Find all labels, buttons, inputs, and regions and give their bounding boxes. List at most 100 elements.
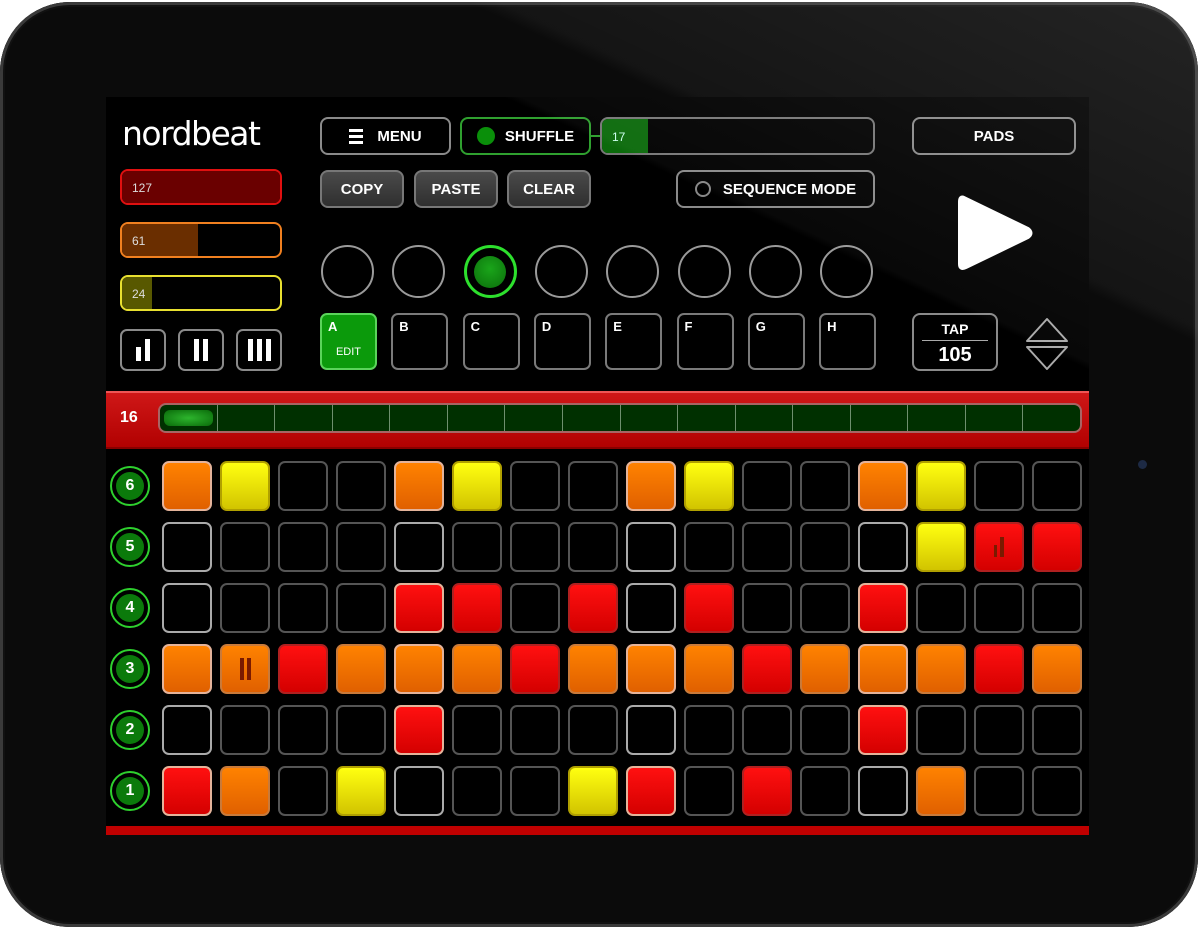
pattern-indicator-7[interactable] <box>748 245 802 298</box>
length-button-medium[interactable] <box>178 329 224 371</box>
track-select-2[interactable]: 2 <box>110 710 150 750</box>
step-cell[interactable] <box>684 461 734 511</box>
sequence-mode-toggle[interactable]: SEQUENCE MODE <box>676 170 875 208</box>
step-cell[interactable] <box>974 522 1024 572</box>
step-cell[interactable] <box>858 522 908 572</box>
step-cell[interactable] <box>626 461 676 511</box>
step-cell[interactable] <box>800 766 850 816</box>
velocity-slider-2[interactable]: 61 <box>120 222 282 258</box>
step-cell[interactable] <box>974 705 1024 755</box>
step-cell[interactable] <box>916 583 966 633</box>
track-select-5[interactable]: 5 <box>110 527 150 567</box>
step-cell[interactable] <box>742 461 792 511</box>
pattern-button-h[interactable]: H <box>819 313 877 370</box>
step-cell[interactable] <box>974 766 1024 816</box>
pattern-button-g[interactable]: G <box>747 313 805 370</box>
step-cell[interactable] <box>568 461 618 511</box>
tempo-up-icon[interactable] <box>1026 318 1068 342</box>
tempo-down-icon[interactable] <box>1026 346 1068 370</box>
step-cell[interactable] <box>510 522 560 572</box>
step-cell[interactable] <box>162 644 212 694</box>
step-cell[interactable] <box>974 461 1024 511</box>
step-cell[interactable] <box>220 705 270 755</box>
step-cell[interactable] <box>1032 522 1082 572</box>
step-cell[interactable] <box>220 522 270 572</box>
step-cell[interactable] <box>220 461 270 511</box>
step-cell[interactable] <box>626 522 676 572</box>
step-cell[interactable] <box>336 522 386 572</box>
step-cell[interactable] <box>684 766 734 816</box>
step-cell[interactable] <box>336 705 386 755</box>
pattern-button-a[interactable]: A EDIT <box>320 313 377 370</box>
step-cell[interactable] <box>800 583 850 633</box>
step-count[interactable]: 16 <box>120 409 138 427</box>
pattern-indicator-4[interactable] <box>534 245 588 298</box>
tempo-stepper[interactable] <box>1024 315 1070 378</box>
pattern-button-f[interactable]: F <box>676 313 734 370</box>
step-cell[interactable] <box>336 644 386 694</box>
step-cell[interactable] <box>916 705 966 755</box>
step-cell[interactable] <box>220 583 270 633</box>
pattern-button-c[interactable]: C <box>462 313 520 370</box>
pattern-indicator-2[interactable] <box>392 245 446 298</box>
step-cell[interactable] <box>858 461 908 511</box>
step-cell[interactable] <box>336 766 386 816</box>
step-cell[interactable] <box>452 644 502 694</box>
step-cell[interactable] <box>162 766 212 816</box>
pattern-indicator-3[interactable] <box>463 245 517 298</box>
step-cell[interactable] <box>452 461 502 511</box>
step-cell[interactable] <box>626 766 676 816</box>
pattern-indicator-6[interactable] <box>677 245 731 298</box>
step-cell[interactable] <box>684 583 734 633</box>
track-select-4[interactable]: 4 <box>110 588 150 628</box>
step-cell[interactable] <box>510 705 560 755</box>
step-cell[interactable] <box>162 583 212 633</box>
step-cell[interactable] <box>858 583 908 633</box>
step-cell[interactable] <box>1032 766 1082 816</box>
step-cell[interactable] <box>684 705 734 755</box>
step-cell[interactable] <box>1032 461 1082 511</box>
step-cell[interactable] <box>916 522 966 572</box>
step-cell[interactable] <box>974 583 1024 633</box>
step-cell[interactable] <box>1032 644 1082 694</box>
step-cell[interactable] <box>626 644 676 694</box>
step-cell[interactable] <box>742 522 792 572</box>
pattern-indicator-5[interactable] <box>606 245 660 298</box>
pattern-indicator-1[interactable] <box>321 245 374 298</box>
step-cell[interactable] <box>626 705 676 755</box>
step-cell[interactable] <box>336 461 386 511</box>
step-cell[interactable] <box>568 705 618 755</box>
step-cell[interactable] <box>626 583 676 633</box>
length-button-short[interactable] <box>120 329 166 371</box>
step-cell[interactable] <box>568 583 618 633</box>
step-cell[interactable] <box>510 644 560 694</box>
step-cell[interactable] <box>394 644 444 694</box>
pattern-button-e[interactable]: E <box>605 313 663 370</box>
step-cell[interactable] <box>278 644 328 694</box>
step-cell[interactable] <box>452 583 502 633</box>
pattern-indicator-8[interactable] <box>820 245 874 298</box>
step-cell[interactable] <box>394 705 444 755</box>
step-cell[interactable] <box>684 644 734 694</box>
step-cell[interactable] <box>278 461 328 511</box>
pattern-button-d[interactable]: D <box>533 313 591 370</box>
step-cell[interactable] <box>452 766 502 816</box>
step-cell[interactable] <box>510 461 560 511</box>
step-cell[interactable] <box>742 583 792 633</box>
step-cell[interactable] <box>568 766 618 816</box>
step-cell[interactable] <box>394 522 444 572</box>
velocity-slider-1[interactable]: 127 <box>120 169 282 205</box>
step-cell[interactable] <box>278 766 328 816</box>
step-cell[interactable] <box>916 644 966 694</box>
pads-button[interactable]: PADS <box>912 117 1076 155</box>
step-cell[interactable] <box>394 766 444 816</box>
step-cell[interactable] <box>278 583 328 633</box>
step-cell[interactable] <box>452 705 502 755</box>
shuffle-slider[interactable]: 17 <box>600 117 875 155</box>
step-cell[interactable] <box>162 461 212 511</box>
shuffle-toggle[interactable]: SHUFFLE <box>460 117 591 155</box>
step-cell[interactable] <box>394 583 444 633</box>
step-cell[interactable] <box>858 766 908 816</box>
step-cell[interactable] <box>278 705 328 755</box>
step-cell[interactable] <box>394 461 444 511</box>
